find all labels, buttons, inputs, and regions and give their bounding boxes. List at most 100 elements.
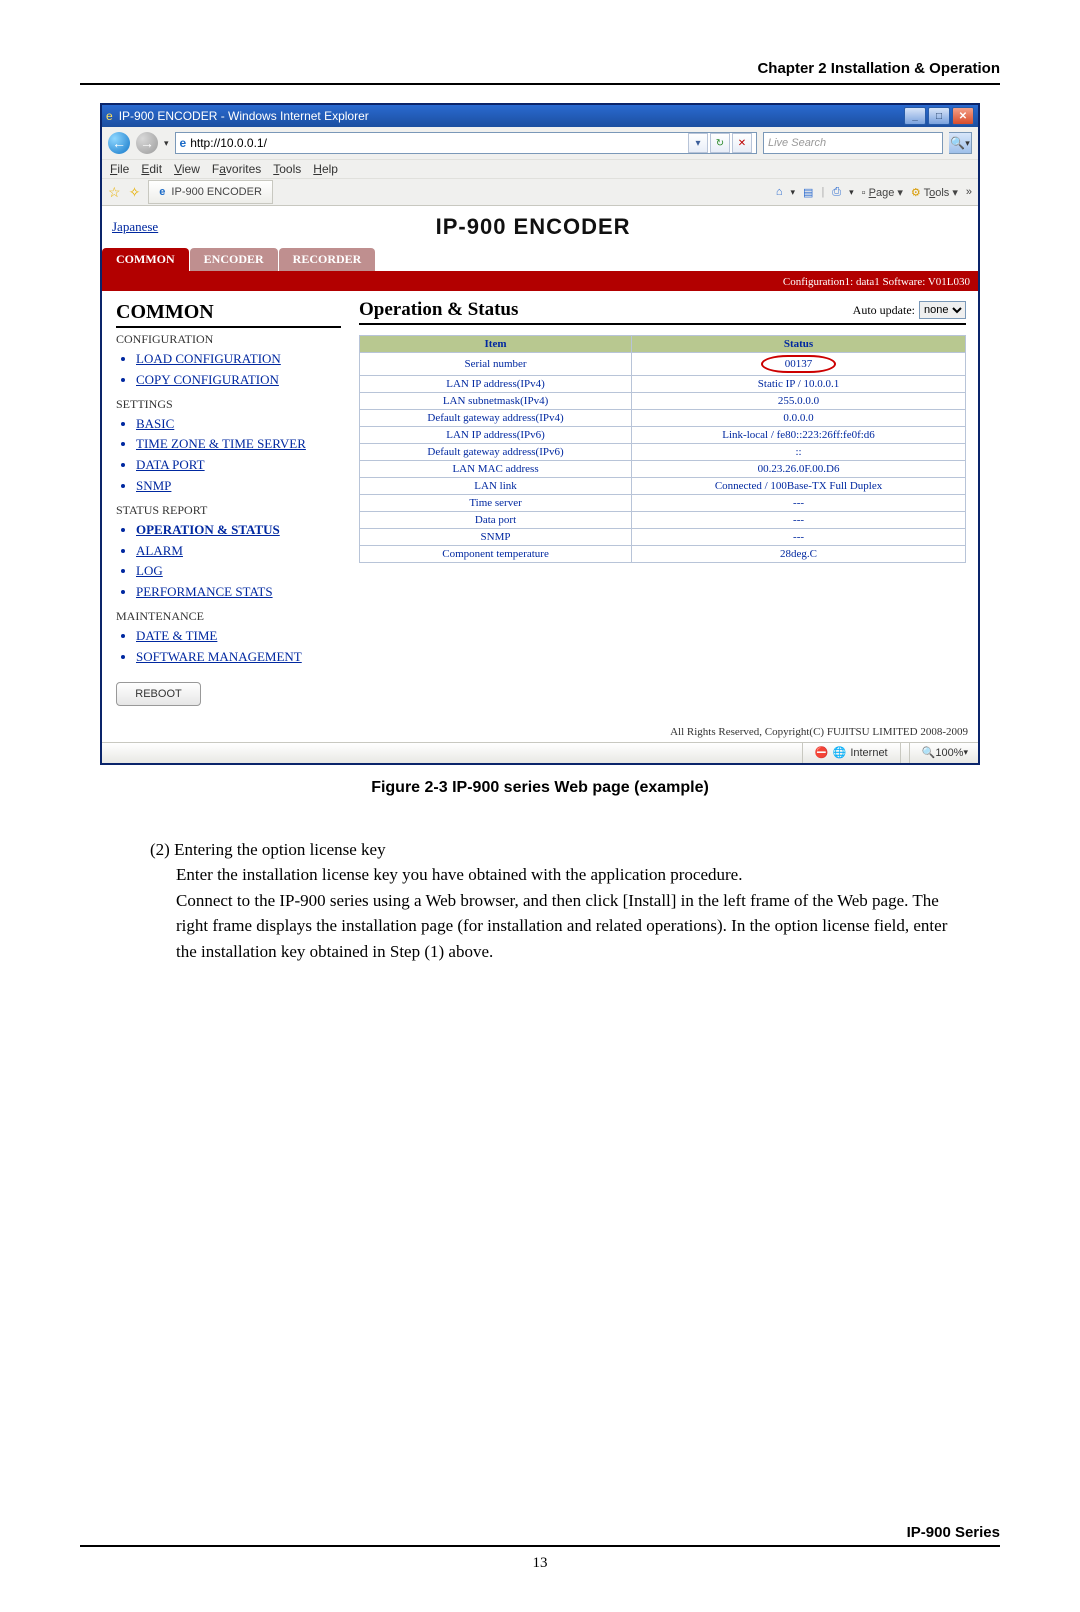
sidebar-item-time-zone[interactable]: TIME ZONE & TIME SERVER xyxy=(136,434,341,455)
feed-icon[interactable]: ▤ xyxy=(803,186,813,199)
th-status: Status xyxy=(632,336,966,353)
menu-file[interactable]: File xyxy=(110,162,129,176)
menu-help[interactable]: Help xyxy=(313,162,338,176)
cell-item: Serial number xyxy=(360,353,632,376)
add-favorite-icon[interactable]: ✧ xyxy=(129,184,141,201)
page-title: IP-900 ENCODER xyxy=(158,214,908,240)
cell-status: :: xyxy=(632,444,966,461)
menu-edit[interactable]: Edit xyxy=(141,162,162,176)
browser-window: e IP-900 ENCODER - Windows Internet Expl… xyxy=(100,103,980,765)
sidebar-item-software-mgmt[interactable]: SOFTWARE MANAGEMENT xyxy=(136,647,341,668)
tools-menu[interactable]: ⚙ Tools ▾ xyxy=(911,186,958,199)
table-row: Default gateway address(IPv4)0.0.0.0 xyxy=(360,410,966,427)
cell-item: LAN MAC address xyxy=(360,461,632,478)
refresh-button[interactable]: ↻ xyxy=(710,133,730,153)
sidebar-item-snmp[interactable]: SNMP xyxy=(136,476,341,497)
cell-status: --- xyxy=(632,529,966,546)
nav-history-dropdown[interactable]: ▾ xyxy=(164,138,169,149)
status-table: Item Status Serial number 00137 LAN IP add… xyxy=(359,335,966,563)
home-icon[interactable]: ⌂ xyxy=(776,186,783,198)
table-row: Component temperature28deg.C xyxy=(360,546,966,563)
nav-forward-button[interactable]: → xyxy=(136,132,158,154)
table-row: LAN IP address(IPv6)Link-local / fe80::2… xyxy=(360,427,966,444)
url-text: http://10.0.0.1/ xyxy=(190,136,267,150)
minimize-button[interactable]: _ xyxy=(904,107,926,125)
sidebar-item-basic[interactable]: BASIC xyxy=(136,414,341,435)
tab-recorder[interactable]: RECORDER xyxy=(279,248,376,271)
reboot-button[interactable]: REBOOT xyxy=(116,682,201,706)
sidebar-item-date-time[interactable]: DATE & TIME xyxy=(136,626,341,647)
figure-caption: Figure 2-3 IP-900 series Web page (examp… xyxy=(80,779,1000,797)
cell-item: LAN IP address(IPv6) xyxy=(360,427,632,444)
sidebar-item-performance[interactable]: PERFORMANCE STATS xyxy=(136,582,341,603)
footer-series: IP-900 Series xyxy=(80,1524,1000,1547)
serial-highlight: 00137 xyxy=(761,355,837,373)
cell-status: Link-local / fe80::223:26ff:fe0f:d6 xyxy=(632,427,966,444)
table-row: Serial number 00137 xyxy=(360,353,966,376)
sidebar-item-load-configuration[interactable]: LOAD CONFIGURATION xyxy=(136,349,341,370)
sidebar-heading: COMMON xyxy=(116,301,341,328)
tab-encoder[interactable]: ENCODER xyxy=(190,248,278,271)
ie-logo-icon: e xyxy=(106,109,113,123)
zoom-icon: 🔍 xyxy=(922,746,936,759)
tab-common[interactable]: COMMON xyxy=(102,248,189,271)
page-icon: e xyxy=(180,136,187,150)
print-icon[interactable]: ⎙ xyxy=(832,186,841,199)
browser-tab[interactable]: e IP-900 ENCODER xyxy=(148,180,273,204)
window-titlebar: e IP-900 ENCODER - Windows Internet Expl… xyxy=(102,105,978,127)
sidebar-item-copy-configuration[interactable]: COPY CONFIGURATION xyxy=(136,370,341,391)
address-bar[interactable]: e http://10.0.0.1/ ▾ ↻ ✕ xyxy=(175,132,757,154)
browser-statusbar: ⛔ 🌐 Internet 🔍 100% ▾ xyxy=(102,742,978,763)
cell-status: Static IP / 10.0.0.1 xyxy=(632,376,966,393)
page-menu[interactable]: ▫ Page ▾ xyxy=(862,186,903,199)
window-title: IP-900 ENCODER - Windows Internet Explor… xyxy=(119,109,369,123)
table-row: Time server--- xyxy=(360,495,966,512)
cell-status: --- xyxy=(632,495,966,512)
close-button[interactable]: ✕ xyxy=(952,107,974,125)
zoom-level: 100% xyxy=(935,747,963,759)
auto-update-label: Auto update: xyxy=(853,303,915,318)
tab-favicon-icon: e xyxy=(159,186,165,198)
sidebar-section-status: STATUS REPORT xyxy=(116,503,341,518)
cell-status: --- xyxy=(632,512,966,529)
maximize-button[interactable]: □ xyxy=(928,107,950,125)
cell-status: Connected / 100Base-TX Full Duplex xyxy=(632,478,966,495)
cell-item: SNMP xyxy=(360,529,632,546)
cell-item: Component temperature xyxy=(360,546,632,563)
overflow-icon[interactable]: » xyxy=(966,186,972,198)
menu-view[interactable]: View xyxy=(174,162,200,176)
table-row: LAN subnetmask(IPv4)255.0.0.0 xyxy=(360,393,966,410)
menu-tools[interactable]: Tools xyxy=(273,162,301,176)
zone-label: Internet xyxy=(850,747,887,759)
cell-item: Data port xyxy=(360,512,632,529)
table-row: Default gateway address(IPv6):: xyxy=(360,444,966,461)
configuration-bar: Configuration1: data1 Software: V01L030 xyxy=(102,273,978,291)
zoom-dropdown-icon[interactable]: ▾ xyxy=(963,747,968,758)
table-row: Data port--- xyxy=(360,512,966,529)
sidebar-section-configuration: CONFIGURATION xyxy=(116,332,341,347)
cell-item: LAN link xyxy=(360,478,632,495)
auto-update-select[interactable]: none xyxy=(919,301,966,319)
sidebar-item-log[interactable]: LOG xyxy=(136,561,341,582)
stop-button[interactable]: ✕ xyxy=(732,133,752,153)
cell-status: 00.23.26.0F.00.D6 xyxy=(632,461,966,478)
main-panel: Operation & Status Auto update: none Ite… xyxy=(351,291,978,722)
language-link[interactable]: Japanese xyxy=(112,219,158,235)
nav-back-button[interactable]: ← xyxy=(108,132,130,154)
address-dropdown-icon[interactable]: ▾ xyxy=(688,133,708,153)
sidebar-item-operation-status[interactable]: OPERATION & STATUS xyxy=(136,520,341,541)
tab-label: IP-900 ENCODER xyxy=(171,186,261,198)
cell-status: 00137 xyxy=(632,353,966,376)
chapter-header: Chapter 2 Installation & Operation xyxy=(80,60,1000,85)
search-input[interactable]: Live Search xyxy=(763,132,943,154)
menu-favorites[interactable]: Favorites xyxy=(212,162,261,176)
table-row: SNMP--- xyxy=(360,529,966,546)
th-item: Item xyxy=(360,336,632,353)
sidebar-item-data-port[interactable]: DATA PORT xyxy=(136,455,341,476)
paragraph-1: Enter the installation license key you h… xyxy=(176,862,950,888)
search-button[interactable]: 🔍 ▾ xyxy=(949,132,972,154)
sidebar-item-alarm[interactable]: ALARM xyxy=(136,541,341,562)
favorites-star-icon[interactable]: ☆ xyxy=(108,184,121,201)
step-heading: (2) Entering the option license key xyxy=(150,837,950,863)
internet-zone-icon: 🌐 xyxy=(833,746,847,759)
